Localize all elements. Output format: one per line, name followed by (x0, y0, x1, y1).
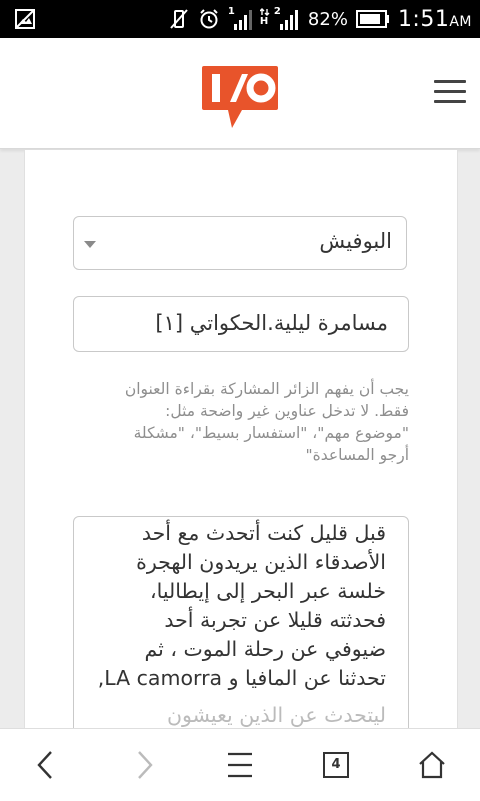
home-icon (419, 751, 445, 779)
topic-body-textarea[interactable]: قبل قليل كنت أتحدث مع أحد الأصدقاء الذين… (73, 516, 409, 728)
help-line: يجب أن يفهم الزائر المشاركة بقراءة العنو… (124, 380, 409, 398)
topic-title-value: مسامرة ليلية.الحكواتي [۱] (155, 311, 388, 335)
forum-select[interactable]: البوفيش (73, 216, 407, 270)
clock: 1:51AM (398, 7, 472, 32)
dropdown-caret-icon (84, 241, 96, 248)
tabs-button[interactable]: 4 (306, 729, 366, 801)
menu-button[interactable] (210, 729, 270, 801)
clock-ampm: AM (449, 13, 472, 30)
chevron-right-icon (138, 751, 153, 779)
home-button[interactable] (402, 729, 462, 801)
vibrate-off-icon (170, 9, 188, 29)
body-line: خلسة عبر البحر إلى إيطاليا، (150, 579, 386, 603)
body-line: قبل قليل كنت أتحدث مع أحد (141, 521, 386, 545)
tab-count: 4 (323, 752, 349, 778)
chevron-left-icon (37, 751, 52, 779)
title-help-text: يجب أن يفهم الزائر المشاركة بقراءة العنو… (75, 378, 409, 466)
site-header (0, 38, 480, 149)
battery-percent: 82% (307, 8, 348, 30)
body-line: ضيوفي عن رحلة الموت ، ثم (144, 637, 387, 661)
topic-title-input[interactable]: مسامرة ليلية.الحكواتي [۱] (73, 296, 409, 352)
new-topic-form: البوفيش مسامرة ليلية.الحكواتي [۱] يجب أن… (24, 150, 458, 728)
sim2-signal-icon: H 2 (259, 6, 300, 30)
battery-icon (355, 10, 389, 28)
menu-lines-icon (228, 752, 252, 778)
help-line: فقط. لا تدخل عناوين غير واضحة مثل: (165, 402, 409, 420)
hamburger-menu-icon[interactable] (434, 80, 466, 104)
browser-bottom-bar: 4 (0, 728, 480, 801)
clock-time: 1:51 (397, 6, 450, 32)
status-bar: 1 H 2 82% 1:51AM (0, 0, 480, 38)
alarm-icon (200, 9, 218, 29)
back-button[interactable] (16, 729, 76, 801)
help-line: أرجو المساعدة" (305, 446, 409, 464)
forward-button[interactable] (114, 729, 174, 801)
body-line: تحدثنا عن المافيا و LA camorra, (97, 666, 386, 690)
body-line: الأصدقاء الذين يريدون الهجرة (136, 550, 386, 574)
site-logo[interactable] (202, 66, 278, 128)
body-line: ليتحدث عن الذين يعيشون (166, 703, 386, 727)
sim1-signal-icon: 1 (228, 6, 252, 30)
image-notification-icon (15, 9, 35, 29)
topic-body-text: قبل قليل كنت أتحدث مع أحد الأصدقاء الذين… (86, 519, 386, 728)
body-line: فحدثته قليلا عن تجربة أحد (164, 608, 386, 632)
forum-select-value: البوفيش (319, 229, 392, 253)
network-type-label: H (259, 16, 269, 27)
help-line: "موضوع مهم"، "استفسار بسيط"، "مشكلة (133, 424, 409, 442)
